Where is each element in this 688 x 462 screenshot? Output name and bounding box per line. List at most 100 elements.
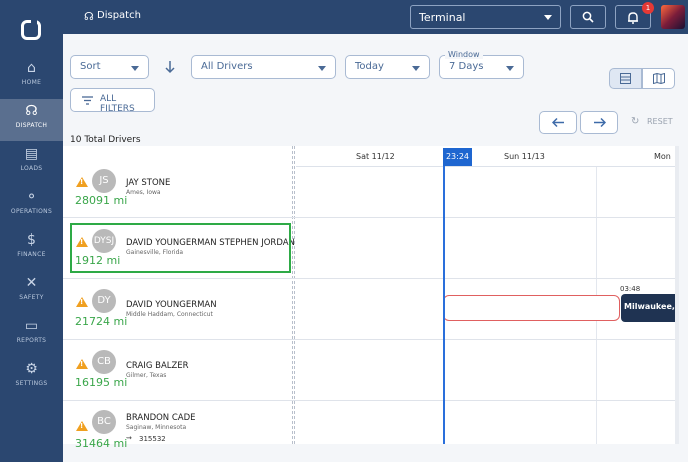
search-button[interactable]	[570, 5, 606, 29]
sidebar-item-label: SAFETY	[19, 294, 44, 301]
chevron-down-icon	[544, 15, 552, 20]
driver-location: Saginaw, Minnesota	[126, 424, 187, 431]
date-label: Sun 11/13	[504, 152, 545, 161]
drivers-value: All Drivers	[201, 61, 253, 72]
sort-value: Sort	[80, 61, 101, 72]
driver-miles: 28091 mi	[75, 194, 128, 207]
sidebar-item-safety[interactable]: ✕ SAFETY	[0, 271, 63, 313]
all-filters-label: ALL FILTERS	[100, 94, 135, 114]
sidebar-item-label: REPORTS	[16, 337, 47, 344]
prev-button[interactable]	[539, 111, 577, 134]
notification-badge: 1	[642, 2, 654, 14]
sidebar-item-finance[interactable]: $ FINANCE	[0, 228, 63, 270]
timeline-header: Sat 11/12 Sun 11/13 Mon	[296, 146, 675, 167]
terminal-select[interactable]: Terminal	[410, 5, 561, 29]
grid-scrollbar[interactable]	[675, 146, 679, 444]
map-icon	[652, 72, 665, 85]
total-drivers: 10 Total Drivers	[70, 135, 141, 145]
gear-icon: ⚙	[25, 361, 38, 377]
warning-icon	[76, 297, 88, 307]
driver-avatar: BC	[92, 410, 116, 434]
chevron-down-icon	[131, 66, 139, 71]
app-logo[interactable]	[21, 17, 41, 40]
arrow-right-icon	[593, 117, 606, 128]
sidebar-item-label: HOME	[21, 79, 42, 86]
load-destination: Milwaukee, WI	[624, 302, 675, 311]
driver-location: Middle Haddam, Connecticut	[126, 311, 213, 318]
schedule-grid: Sat 11/12 Sun 11/13 Mon JS JAY STONE Ame…	[63, 146, 675, 450]
sidebar: ⌂ HOME ☊ DISPATCH ▤ LOADS ⚬ OPERATIONS $…	[0, 0, 63, 462]
reset-button[interactable]: RESET	[647, 117, 673, 126]
sidebar-item-home[interactable]: ⌂ HOME	[0, 56, 63, 98]
document-icon: ▭	[24, 318, 39, 334]
filter-icon	[82, 96, 93, 105]
page-title: Dispatch	[97, 10, 141, 21]
window-label: Window	[445, 50, 483, 59]
operations-icon: ⚬	[25, 189, 38, 205]
refresh-icon: ↻	[631, 116, 640, 127]
arrow-left-icon	[551, 117, 564, 128]
driver-row[interactable]: BC BRANDON CADE Saginaw, Minnesota 31464…	[63, 401, 675, 450]
sidebar-item-dispatch[interactable]: ☊ DISPATCH	[0, 99, 63, 141]
date-label: Mon	[654, 152, 671, 161]
driver-avatar: DY	[92, 289, 116, 313]
date-select[interactable]: Today	[345, 55, 430, 79]
driver-name[interactable]: JAY STONE	[126, 178, 170, 188]
sidebar-item-settings[interactable]: ⚙ SETTINGS	[0, 357, 63, 399]
list-icon	[620, 73, 631, 84]
tools-icon: ✕	[25, 275, 38, 291]
driver-location: Gilmer, Texas	[126, 372, 167, 379]
terminal-value: Terminal	[419, 11, 466, 24]
search-icon	[582, 11, 594, 23]
current-time-line	[443, 166, 445, 444]
load-time: 03:48	[620, 285, 641, 293]
user-avatar[interactable]	[661, 5, 685, 29]
driver-avatar: CB	[92, 350, 116, 374]
sort-direction-icon[interactable]	[164, 60, 176, 74]
date-label: Sat 11/12	[356, 152, 395, 161]
next-button[interactable]	[580, 111, 618, 134]
warning-icon	[76, 177, 88, 187]
driver-avatar: JS	[92, 169, 116, 193]
load-slot[interactable]	[443, 295, 620, 321]
sidebar-item-label: OPERATIONS	[10, 208, 53, 215]
driver-name[interactable]: BRANDON CADE	[126, 413, 196, 423]
driver-miles: 16195 mi	[75, 376, 128, 389]
sidebar-item-label: FINANCE	[17, 251, 46, 258]
current-time-badge: 23:24	[443, 148, 472, 166]
home-icon: ⌂	[27, 60, 36, 76]
sidebar-item-loads[interactable]: ▤ LOADS	[0, 142, 63, 184]
driver-miles: 31464 mi	[75, 437, 128, 450]
warning-icon	[76, 421, 88, 431]
list-view-button[interactable]	[609, 68, 642, 89]
driver-name[interactable]: CRAIG BALZER	[126, 361, 189, 371]
headset-icon: ☊	[25, 103, 38, 119]
topbar: ☊ Dispatch Terminal 1	[63, 0, 688, 34]
sidebar-item-label: SETTINGS	[15, 380, 48, 387]
notifications-button[interactable]: 1	[615, 2, 654, 29]
selected-driver-highlight	[70, 223, 291, 273]
map-view-button[interactable]	[642, 68, 675, 89]
sidebar-item-label: DISPATCH	[15, 122, 48, 129]
drivers-select[interactable]: All Drivers	[191, 55, 336, 79]
driver-row[interactable]: JS JAY STONE Ames, Iowa 28091 mi	[63, 167, 675, 218]
warning-icon	[76, 359, 88, 369]
sort-select[interactable]: Sort	[70, 55, 149, 79]
sidebar-item-label: LOADS	[20, 165, 43, 172]
truck-number: 315532	[139, 435, 166, 443]
load-card[interactable]: Milwaukee, WI	[621, 294, 675, 322]
date-value: Today	[355, 61, 384, 72]
finance-icon: $	[27, 232, 36, 248]
headset-icon: ☊	[84, 10, 94, 23]
driver-miles: 21724 mi	[75, 315, 128, 328]
sidebar-item-operations[interactable]: ⚬ OPERATIONS	[0, 185, 63, 227]
chevron-down-icon	[412, 66, 420, 71]
chevron-down-icon	[506, 66, 514, 71]
driver-location: Ames, Iowa	[126, 189, 161, 196]
driver-row[interactable]: CB CRAIG BALZER Gilmer, Texas 16195 mi	[63, 340, 675, 401]
sidebar-item-reports[interactable]: ▭ REPORTS	[0, 314, 63, 356]
bell-icon	[628, 12, 638, 24]
loads-icon: ▤	[24, 146, 39, 162]
all-filters-button[interactable]: ALL FILTERS	[70, 88, 155, 114]
driver-name[interactable]: DAVID YOUNGERMAN	[126, 300, 217, 310]
